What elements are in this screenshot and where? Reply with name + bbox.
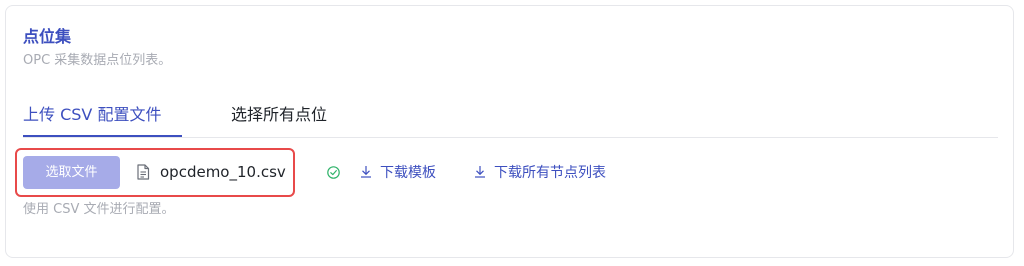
file-icon: [137, 164, 150, 180]
choose-file-button[interactable]: 选取文件: [23, 156, 120, 189]
tab-select-all-points[interactable]: 选择所有点位: [231, 104, 327, 126]
check-circle-icon: [327, 166, 340, 179]
download-template-label: 下载模板: [380, 165, 436, 181]
point-set-card: [5, 5, 1014, 258]
download-template-link[interactable]: 下载模板: [360, 163, 436, 183]
download-all-nodes-link[interactable]: 下载所有节点列表: [474, 163, 606, 183]
upload-hint: 使用 CSV 文件进行配置。: [23, 202, 175, 217]
section-subtitle: OPC 采集数据点位列表。: [23, 53, 172, 68]
uploaded-file-name: opcdemo_10.csv: [160, 163, 286, 181]
section-title: 点位集: [23, 27, 72, 46]
tab-divider: [23, 137, 998, 138]
download-all-nodes-label: 下载所有节点列表: [494, 165, 606, 181]
download-icon: [361, 166, 371, 178]
download-icon: [475, 166, 485, 178]
tab-upload-csv[interactable]: 上传 CSV 配置文件: [23, 104, 161, 126]
